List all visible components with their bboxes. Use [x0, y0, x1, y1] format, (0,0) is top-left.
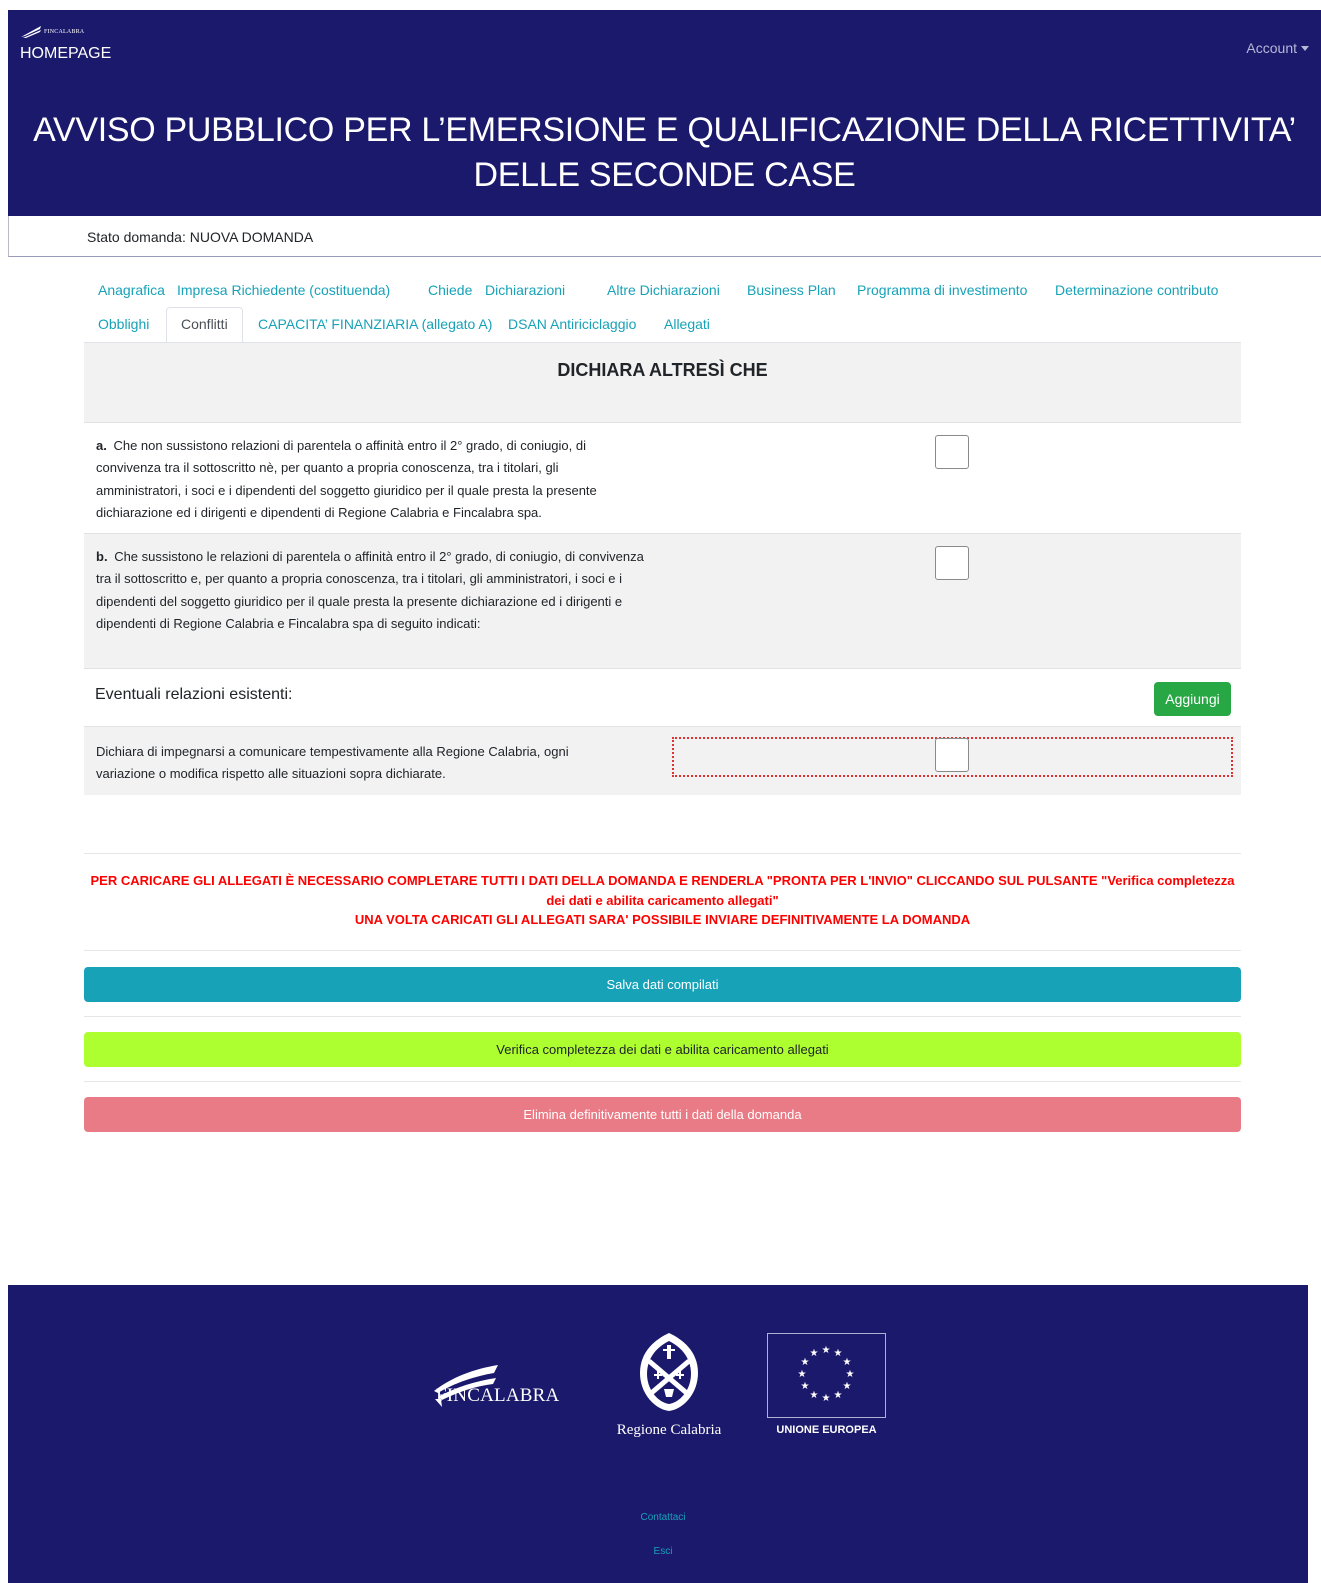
svg-text:★: ★: [798, 1369, 807, 1380]
relations-label: Eventuali relazioni esistenti:: [95, 686, 293, 703]
warning-line-2: UNA VOLTA CARICATI GLI ALLEGATI SARA' PO…: [354, 912, 971, 927]
regione-calabria-logo: Regione Calabria: [604, 1331, 734, 1439]
relations-row: Eventuali relazioni esistenti: Aggiungi: [84, 669, 1241, 727]
fincalabra-logo-icon: FINCALABRA: [20, 22, 111, 42]
tab-business-plan[interactable]: Business Plan: [733, 273, 850, 309]
regione-calabria-crest-icon: [640, 1333, 698, 1411]
svg-text:★: ★: [834, 1390, 843, 1401]
eu-flag-icon: ★ ★ ★ ★ ★ ★ ★ ★ ★ ★ ★ ★: [767, 1333, 886, 1418]
svg-text:★: ★: [810, 1348, 819, 1359]
declaration-b-row: b. Che sussistono le relazioni di parent…: [84, 534, 1241, 669]
status-bar: Stato domanda: NUOVA DOMANDA: [8, 216, 1321, 257]
declaration-b-label: b.: [96, 549, 108, 564]
section-heading-box: DICHIARA ALTRESÌ CHE: [84, 343, 1241, 423]
verify-button[interactable]: Verifica completezza dei dati e abilita …: [84, 1032, 1241, 1067]
conflitti-panel: DICHIARA ALTRESÌ CHE a. Che non sussisto…: [84, 343, 1241, 795]
tab-programma-investimento[interactable]: Programma di investimento: [843, 273, 1041, 309]
tab-row-2: Obblighi Conflitti CAPACITA’ FINANZIARIA…: [84, 307, 1241, 343]
declaration-a-checkbox[interactable]: [935, 435, 969, 469]
form-tabs: Anagrafica Impresa Richiedente (costitue…: [84, 273, 1241, 343]
divider: [84, 853, 1241, 854]
svg-text:★: ★: [822, 1345, 831, 1356]
tab-determinazione-contributo[interactable]: Determinazione contributo: [1041, 273, 1232, 309]
tab-altre-dichiarazioni[interactable]: Altre Dichiarazioni: [593, 273, 734, 309]
logout-link[interactable]: Esci: [8, 1546, 1318, 1557]
declaration-a-label: a.: [96, 438, 107, 453]
divider: [84, 1016, 1241, 1017]
svg-text:★: ★: [822, 1393, 831, 1404]
delete-application-button[interactable]: Elimina definitivamente tutti i dati del…: [84, 1097, 1241, 1132]
attachments-warning: PER CARICARE GLI ALLEGATI È NECESSARIO C…: [84, 871, 1241, 930]
divider: [84, 950, 1241, 951]
declaration-a-text: Che non sussistono relazioni di parentel…: [96, 438, 597, 520]
footer: FINCALABRA Regione Calabria ★ ★ ★ ★ ★ ★ …: [8, 1285, 1308, 1583]
svg-text:★: ★: [846, 1369, 855, 1380]
svg-text:★: ★: [801, 1357, 810, 1368]
commitment-row: Dichiara di impegnarsi a comunicare temp…: [84, 727, 1241, 795]
divider: [84, 1081, 1241, 1082]
tab-impresa-richiedente[interactable]: Impresa Richiedente (costituenda): [163, 273, 404, 309]
contact-link[interactable]: Contattaci: [8, 1512, 1318, 1523]
declaration-b-checkbox[interactable]: [935, 546, 969, 580]
status-text: Stato domanda: NUOVA DOMANDA: [87, 229, 314, 245]
tab-dichiarazioni[interactable]: Dichiarazioni: [471, 273, 579, 309]
section-heading: DICHIARA ALTRESÌ CHE: [557, 360, 768, 380]
tab-allegati[interactable]: Allegati: [650, 307, 724, 343]
tab-obblighi[interactable]: Obblighi: [84, 307, 163, 343]
brand-small-text: FINCALABRA: [44, 29, 85, 35]
top-navbar: FINCALABRA HOMEPAGE Account AVVISO PUBBL…: [8, 10, 1321, 216]
tab-capacita-finanziaria[interactable]: CAPACITA’ FINANZIARIA (allegato A): [244, 307, 506, 343]
svg-text:★: ★: [843, 1381, 852, 1392]
fincalabra-text: FINCALABRA: [436, 1385, 560, 1406]
declaration-a-text-block: a. Che non sussistono relazioni di paren…: [84, 423, 644, 524]
tab-conflitti[interactable]: Conflitti: [166, 307, 243, 343]
warning-line-1: PER CARICARE GLI ALLEGATI È NECESSARIO C…: [90, 873, 1235, 908]
save-button[interactable]: Salva dati compilati: [84, 967, 1241, 1002]
eu-text: UNIONE EUROPEA: [776, 1424, 877, 1436]
account-menu[interactable]: Account: [1246, 40, 1309, 56]
svg-text:★: ★: [834, 1348, 843, 1359]
homepage-link[interactable]: HOMEPAGE: [20, 45, 111, 63]
account-label: Account: [1246, 40, 1297, 56]
tab-row-1: Anagrafica Impresa Richiedente (costitue…: [84, 273, 1241, 307]
declaration-b-text-block: b. Che sussistono le relazioni di parent…: [84, 534, 644, 635]
declaration-a-row: a. Che non sussistono relazioni di paren…: [84, 423, 1241, 534]
commitment-text: Dichiara di impegnarsi a comunicare temp…: [96, 744, 569, 782]
svg-text:★: ★: [843, 1357, 852, 1368]
svg-text:★: ★: [810, 1390, 819, 1401]
brand: FINCALABRA HOMEPAGE: [20, 22, 111, 63]
svg-text:★: ★: [801, 1381, 810, 1392]
add-relation-button[interactable]: Aggiungi: [1154, 682, 1231, 716]
tab-dsan-antiriciclaggio[interactable]: DSAN Antiriciclaggio: [494, 307, 650, 343]
page-title: AVVISO PUBBLICO PER L’EMERSIONE E QUALIF…: [33, 111, 1296, 194]
fincalabra-logo: FINCALABRA: [432, 1363, 559, 1407]
commitment-checkbox[interactable]: [935, 738, 969, 772]
regione-calabria-text: Regione Calabria: [616, 1422, 722, 1438]
caret-down-icon: [1301, 45, 1309, 51]
declaration-b-text: Che sussistono le relazioni di parentela…: [96, 549, 644, 631]
